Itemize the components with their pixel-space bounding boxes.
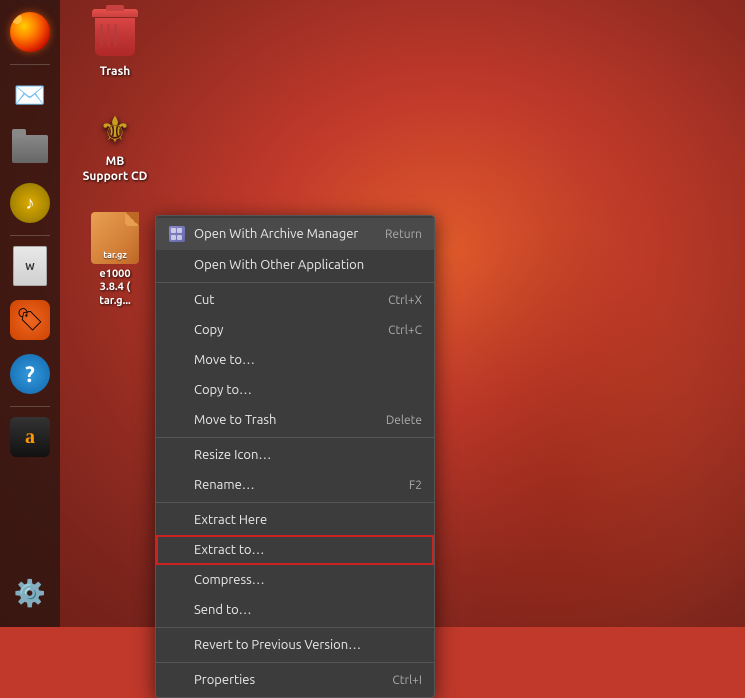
copy-shortcut: Ctrl+C (388, 324, 422, 337)
open-archive-label: Open With Archive Manager (194, 227, 365, 241)
extract-to-label: Extract to… (194, 543, 422, 557)
move-to-trash-label: Move to Trash (194, 413, 366, 427)
copy-to-label: Copy to… (194, 383, 422, 397)
trash-label: Trash (100, 65, 131, 79)
compress-label: Compress… (194, 573, 422, 587)
context-menu-item-cut[interactable]: Cut Ctrl+X (156, 285, 434, 315)
copy-icon (168, 321, 186, 339)
taskbar: ✉️ ♪ W 🏷 ? a ⚙️ (0, 0, 60, 627)
open-other-icon (168, 256, 186, 274)
context-menu-item-copy[interactable]: Copy Ctrl+C (156, 315, 434, 345)
mb-icon-image: ⚜ (91, 107, 139, 151)
copy-label: Copy (194, 323, 368, 337)
context-menu-item-move-to-trash[interactable]: Move to Trash Delete (156, 405, 434, 435)
move-to-icon (168, 351, 186, 369)
context-menu-item-rename[interactable]: Rename… F2 (156, 470, 434, 500)
rename-icon (168, 476, 186, 494)
revert-label: Revert to Previous Version… (194, 638, 422, 652)
properties-label: Properties (194, 673, 372, 687)
context-menu-item-open-other[interactable]: Open With Other Application (156, 250, 434, 280)
desktop-icon-mb-support-cd[interactable]: ⚜ MB Support CD (75, 103, 155, 188)
cut-label: Cut (194, 293, 368, 307)
context-menu-item-resize-icon[interactable]: Resize Icon… (156, 440, 434, 470)
context-menu-item-send-to[interactable]: Send to… (156, 595, 434, 625)
context-menu-item-open-archive[interactable]: Open With Archive Manager Return (156, 218, 434, 250)
cut-icon (168, 291, 186, 309)
taskbar-icon-amazon[interactable]: a (6, 413, 54, 461)
taskbar-icon-email[interactable]: ✉️ (6, 71, 54, 119)
mb-support-cd-label: MB Support CD (83, 155, 148, 184)
context-menu-item-extract-here[interactable]: Extract Here (156, 505, 434, 535)
open-archive-shortcut: Return (385, 228, 422, 241)
taskbar-divider-1 (10, 64, 50, 65)
copy-to-icon (168, 381, 186, 399)
taskbar-icon-settings[interactable]: ⚙️ (6, 569, 54, 617)
mb-wings-icon: ⚜ (99, 111, 131, 147)
menu-separator-4 (156, 627, 434, 628)
context-menu-item-properties[interactable]: Properties Ctrl+I (156, 665, 434, 695)
context-menu-item-revert[interactable]: Revert to Previous Version… (156, 630, 434, 660)
desktop-icon-trash[interactable]: Trash (75, 5, 155, 83)
desktop-icon-tar-file[interactable]: tar.gz e1000 3.8.4 ( tar.g... (75, 208, 155, 312)
send-to-label: Send to… (194, 603, 422, 617)
trash-body (95, 18, 135, 56)
context-menu-item-move-to[interactable]: Move to… (156, 345, 434, 375)
move-to-trash-shortcut: Delete (386, 414, 422, 427)
menu-separator-3 (156, 502, 434, 503)
context-menu-item-copy-to[interactable]: Copy to… (156, 375, 434, 405)
revert-icon (168, 636, 186, 654)
tar-file-label: e1000 3.8.4 ( tar.g... (99, 268, 131, 308)
context-menu-item-extract-to[interactable]: Extract to… (156, 535, 434, 565)
taskbar-divider-2 (10, 235, 50, 236)
taskbar-icon-software[interactable]: 🏷 (6, 296, 54, 344)
extract-here-label: Extract Here (194, 513, 422, 527)
move-to-label: Move to… (194, 353, 422, 367)
desktop-icons-area: Trash ⚜ MB Support CD tar.gz e1000 3.8.4… (75, 5, 155, 312)
trash-icon-image (91, 9, 139, 61)
tar-file-icon-image: tar.gz (91, 212, 139, 264)
properties-icon (168, 671, 186, 689)
context-menu: Open With Archive Manager Return Open Wi… (155, 215, 435, 698)
taskbar-icon-music[interactable]: ♪ (6, 179, 54, 227)
properties-shortcut: Ctrl+I (392, 674, 422, 687)
resize-icon-label: Resize Icon… (194, 448, 422, 462)
context-menu-item-compress[interactable]: Compress… (156, 565, 434, 595)
resize-icon-icon (168, 446, 186, 464)
taskbar-icon-firefox[interactable] (6, 8, 54, 56)
send-to-icon (168, 601, 186, 619)
extract-to-icon (168, 541, 186, 559)
extract-here-icon (168, 511, 186, 529)
menu-separator-2 (156, 437, 434, 438)
taskbar-divider-3 (10, 406, 50, 407)
compress-icon (168, 571, 186, 589)
move-to-trash-icon (168, 411, 186, 429)
rename-shortcut: F2 (409, 479, 422, 492)
rename-label: Rename… (194, 478, 389, 492)
menu-separator-5 (156, 662, 434, 663)
taskbar-icon-files[interactable] (6, 125, 54, 173)
open-other-label: Open With Other Application (194, 258, 422, 272)
archive-manager-icon (168, 225, 186, 243)
menu-separator-1 (156, 282, 434, 283)
taskbar-icon-writer[interactable]: W (6, 242, 54, 290)
taskbar-icon-help[interactable]: ? (6, 350, 54, 398)
trash-lid (92, 9, 138, 17)
cut-shortcut: Ctrl+X (388, 294, 422, 307)
